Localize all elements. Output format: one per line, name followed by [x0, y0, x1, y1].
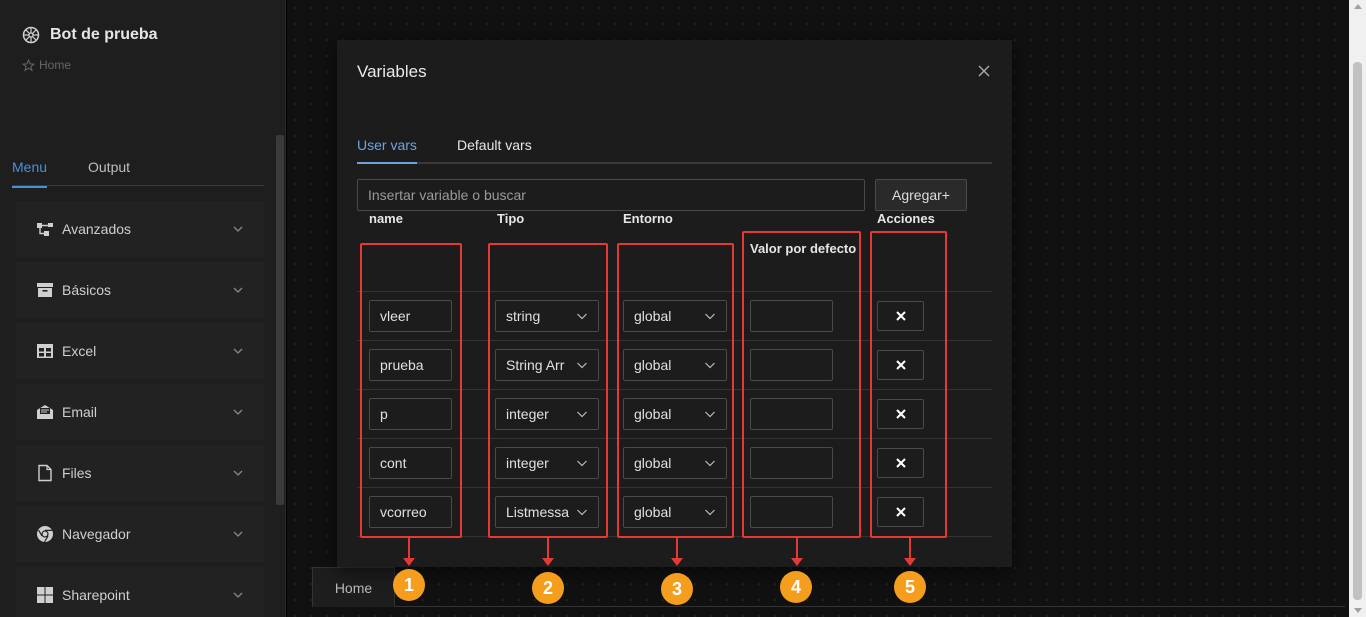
- scroll-up-icon[interactable]: [1354, 4, 1362, 9]
- modal-tabs: User vars Default vars: [357, 136, 992, 164]
- archive-icon: [36, 281, 54, 299]
- scroll-down-icon[interactable]: [1354, 608, 1362, 613]
- tab-menu[interactable]: Menu: [12, 159, 48, 188]
- sidebar-item-email[interactable]: Email: [16, 384, 264, 440]
- annotation-badge-3: 3: [661, 573, 693, 605]
- chevron-down-icon: [233, 348, 243, 354]
- header-acciones: Acciones: [877, 211, 935, 226]
- email-icon: [36, 403, 54, 421]
- bot-icon: [22, 26, 40, 44]
- sidebar-item-label: Navegador: [62, 526, 131, 542]
- flow-icon: [36, 220, 54, 238]
- chevron-down-icon: [233, 226, 243, 232]
- table-icon: [36, 342, 54, 360]
- callout-arrow: [904, 538, 916, 566]
- chevron-down-icon: [233, 287, 243, 293]
- sidebar-item-label: Files: [62, 465, 92, 481]
- callout-box-name: [360, 243, 462, 538]
- breadcrumb[interactable]: Home: [22, 58, 71, 72]
- breadcrumb-home[interactable]: Home: [39, 58, 71, 72]
- sidebar-item-excel[interactable]: Excel: [16, 323, 264, 379]
- callout-box-tipo: [488, 243, 608, 538]
- chevron-down-icon: [233, 592, 243, 598]
- sidebar-item-files[interactable]: Files: [16, 445, 264, 501]
- windows-icon: [36, 586, 54, 604]
- sidebar-item-sharepoint[interactable]: Sharepoint: [16, 567, 264, 617]
- sidebar-item-label: Avanzados: [62, 221, 132, 237]
- sidebar-item-avanzados[interactable]: Avanzados: [16, 201, 264, 257]
- sidebar-item-navegador[interactable]: Navegador: [16, 506, 264, 562]
- add-variable-button[interactable]: Agregar+: [875, 179, 967, 211]
- tab-default-vars[interactable]: Default vars: [457, 137, 532, 153]
- sidebar-item-label: Básicos: [62, 282, 112, 298]
- tab-home[interactable]: Home: [312, 567, 395, 607]
- header-name: name: [369, 211, 403, 226]
- sidebar-scrollbar[interactable]: [276, 135, 284, 505]
- sidebar-item-label: Email: [62, 404, 98, 420]
- chevron-down-icon: [233, 531, 243, 537]
- callout-arrow: [403, 538, 415, 566]
- callout-arrow: [791, 538, 803, 566]
- annotation-badge-2: 2: [532, 572, 564, 604]
- chevron-down-icon: [233, 409, 243, 415]
- sidebar-tabs: Menu Output: [12, 155, 264, 188]
- scrollbar-thumb[interactable]: [1353, 62, 1362, 600]
- tab-user-vars[interactable]: User vars: [357, 137, 417, 164]
- callout-box-acciones: [870, 231, 947, 538]
- annotation-badge-5: 5: [894, 571, 926, 603]
- star-icon: [22, 58, 35, 71]
- callout-arrow: [542, 538, 554, 566]
- sidebar: Bot de prueba Home Menu Output Avanzados…: [0, 0, 286, 617]
- callout-box-valor: [742, 231, 861, 538]
- search-input[interactable]: [357, 179, 865, 211]
- page-scrollbar[interactable]: [1349, 0, 1366, 617]
- callout-box-entorno: [617, 243, 734, 538]
- tab-bar-divider: [395, 606, 1345, 607]
- annotation-badge-1: 1: [393, 569, 425, 601]
- annotation-badge-4: 4: [780, 571, 812, 603]
- sidebar-item-label: Excel: [62, 343, 97, 359]
- close-icon[interactable]: [977, 64, 991, 78]
- sidebar-item-basicos[interactable]: Básicos: [16, 262, 264, 318]
- header-tipo: Tipo: [497, 211, 525, 226]
- callout-arrow: [671, 538, 683, 566]
- app-title-text: Bot de prueba: [50, 26, 158, 43]
- app-title: Bot de prueba: [22, 26, 158, 44]
- modal-title: Variables: [357, 62, 427, 81]
- chrome-icon: [36, 525, 54, 543]
- file-icon: [36, 464, 54, 482]
- tab-output[interactable]: Output: [88, 159, 130, 175]
- header-entorno: Entorno: [623, 211, 673, 226]
- chevron-down-icon: [233, 470, 243, 476]
- sidebar-item-label: Sharepoint: [62, 587, 130, 603]
